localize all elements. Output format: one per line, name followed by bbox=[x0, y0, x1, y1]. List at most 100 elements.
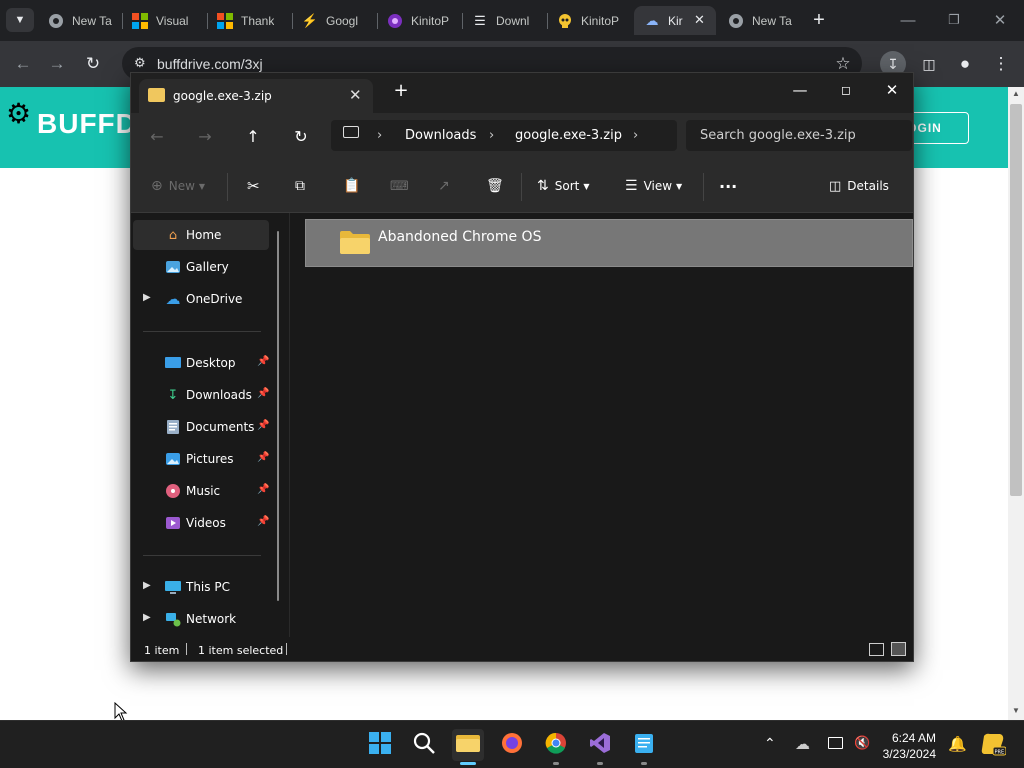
browser-tab[interactable]: KinitoP bbox=[387, 6, 451, 35]
chevron-up-icon[interactable]: ⌃ bbox=[764, 735, 776, 752]
explorer-close-button[interactable]: ✕ bbox=[869, 77, 915, 103]
monitor-icon bbox=[343, 126, 359, 138]
microsoft-icon bbox=[132, 12, 148, 29]
chrome-icon bbox=[545, 732, 567, 759]
taskbar-notepad[interactable] bbox=[628, 729, 660, 761]
paste-button[interactable]: 📋 bbox=[343, 174, 360, 198]
pin-icon[interactable]: 📌 bbox=[257, 516, 269, 527]
view-button[interactable]: ☰ View ▼ bbox=[625, 174, 682, 198]
volume-muted-icon[interactable]: 🔇 bbox=[854, 735, 870, 751]
copy-button[interactable]: ⧉ bbox=[295, 174, 305, 198]
pin-icon[interactable]: 📌 bbox=[257, 356, 269, 367]
cut-button[interactable]: ✂ bbox=[247, 174, 260, 198]
explorer-forward-button[interactable]: → bbox=[193, 125, 217, 147]
details-view-icon[interactable] bbox=[869, 643, 884, 656]
scroll-down-icon[interactable]: ▼ bbox=[1012, 706, 1020, 715]
cloud-offline-icon[interactable]: ☁ bbox=[795, 735, 810, 753]
chevron-down-icon: ▼ bbox=[198, 181, 206, 191]
browser-tab[interactable]: KinitoP bbox=[557, 6, 621, 35]
browser-tab[interactable]: Visual bbox=[132, 6, 196, 35]
forward-button[interactable]: → bbox=[44, 51, 70, 77]
clock[interactable]: 6:24 AM 3/23/2024 bbox=[876, 730, 936, 762]
explorer-tab[interactable]: google.exe-3.zip ✕ bbox=[139, 79, 373, 113]
nav-item-downloads[interactable]: ↧ Downloads 📌 bbox=[133, 380, 270, 410]
close-icon: ✕ bbox=[993, 12, 1007, 29]
search-input[interactable]: Search google.exe-3.zip bbox=[686, 120, 912, 151]
browser-tab[interactable]: ⚡ Googl bbox=[302, 6, 366, 35]
pin-icon[interactable]: 📌 bbox=[257, 452, 269, 463]
minimize-icon: — bbox=[900, 11, 916, 29]
back-button[interactable]: ← bbox=[10, 51, 36, 77]
nav-item-onedrive[interactable]: ▶ ☁ OneDrive bbox=[133, 284, 269, 314]
skull-icon bbox=[557, 13, 573, 29]
reload-button[interactable]: ↻ bbox=[80, 51, 106, 77]
folder-icon bbox=[340, 230, 370, 258]
kebab-menu-icon: ⋮ bbox=[992, 54, 1010, 73]
search-button[interactable] bbox=[408, 729, 440, 761]
breadcrumb-segment[interactable]: google.exe-3.zip bbox=[515, 128, 622, 143]
pin-icon[interactable]: 📌 bbox=[257, 484, 269, 495]
details-button[interactable]: ◫ Details bbox=[829, 174, 889, 198]
browser-tab[interactable]: New Ta bbox=[728, 6, 800, 35]
close-icon[interactable]: ✕ bbox=[694, 12, 705, 28]
minimize-button[interactable]: — bbox=[888, 8, 928, 32]
more-options-button[interactable]: ··· bbox=[719, 174, 737, 198]
nav-item-documents[interactable]: Documents 📌 bbox=[133, 412, 269, 442]
taskbar-firefox[interactable] bbox=[496, 729, 528, 761]
browser-tab[interactable]: Thank bbox=[217, 6, 281, 35]
rename-button[interactable]: ⌨ bbox=[390, 174, 409, 198]
nav-item-network[interactable]: ▶ Network bbox=[133, 604, 269, 634]
scroll-up-icon[interactable]: ▲ bbox=[1012, 89, 1020, 98]
chrome-menu-button[interactable]: ⋮ bbox=[988, 51, 1014, 77]
taskbar-visual-studio[interactable] bbox=[584, 729, 616, 761]
explorer-refresh-button[interactable]: ↻ bbox=[289, 125, 313, 147]
taskbar-file-explorer[interactable] bbox=[452, 729, 484, 761]
explorer-maximize-button[interactable]: ◻ bbox=[823, 77, 869, 103]
close-window-button[interactable]: ✕ bbox=[980, 8, 1020, 32]
close-icon[interactable]: ✕ bbox=[349, 86, 362, 104]
nav-item-home[interactable]: ⌂ Home bbox=[133, 220, 269, 250]
browser-tab-active[interactable]: ☁ Kir ✕ bbox=[634, 6, 716, 35]
site-info-icon[interactable]: ⚙ bbox=[134, 55, 146, 71]
start-button[interactable] bbox=[364, 729, 396, 761]
file-item-selected[interactable]: Abandoned Chrome OS bbox=[305, 219, 913, 267]
browser-tab[interactable]: New Ta bbox=[48, 6, 114, 35]
nav-item-desktop[interactable]: Desktop 📌 bbox=[133, 348, 269, 378]
chevron-right-icon[interactable]: ▶ bbox=[143, 612, 151, 623]
taskbar-chrome[interactable] bbox=[540, 729, 572, 761]
maximize-button[interactable]: ❐ bbox=[934, 8, 974, 32]
chevron-right-icon[interactable]: ▶ bbox=[143, 292, 151, 303]
display-icon[interactable] bbox=[828, 737, 843, 749]
new-tab-button[interactable]: + bbox=[808, 6, 830, 35]
pin-icon[interactable]: 📌 bbox=[257, 388, 269, 399]
new-explorer-tab-button[interactable]: + bbox=[389, 77, 413, 103]
explorer-minimize-button[interactable]: — bbox=[777, 77, 823, 103]
tab-search-button[interactable]: ▼ bbox=[6, 8, 34, 32]
nav-item-music[interactable]: Music 📌 bbox=[133, 476, 269, 506]
new-button[interactable]: ⊕ New ▼ bbox=[151, 174, 205, 198]
item-count: 1 item bbox=[144, 644, 180, 657]
explorer-up-button[interactable]: ↑ bbox=[241, 125, 265, 147]
page-scrollbar-thumb[interactable] bbox=[1010, 104, 1022, 496]
sort-button[interactable]: ⇅ Sort ▼ bbox=[537, 174, 590, 198]
nav-item-pictures[interactable]: Pictures 📌 bbox=[133, 444, 269, 474]
tiles-view-icon[interactable] bbox=[891, 642, 906, 656]
clipboard-icon: 📋 bbox=[343, 178, 361, 194]
explorer-back-button[interactable]: ← bbox=[145, 125, 169, 147]
nav-item-this-pc[interactable]: ▶ This PC bbox=[133, 572, 269, 602]
share-button[interactable]: ↗ bbox=[438, 174, 450, 198]
copilot-icon[interactable]: PRE bbox=[980, 732, 1007, 761]
pin-icon[interactable]: 📌 bbox=[257, 420, 269, 431]
nav-item-videos[interactable]: Videos 📌 bbox=[133, 508, 269, 538]
profile-button[interactable]: ● bbox=[952, 51, 978, 77]
side-panel-button[interactable]: ◫ bbox=[916, 51, 942, 77]
bell-icon[interactable]: 🔔 bbox=[948, 735, 967, 753]
folder-icon bbox=[456, 733, 480, 758]
nav-item-gallery[interactable]: Gallery bbox=[133, 252, 269, 282]
breadcrumb[interactable]: › Downloads › google.exe-3.zip › bbox=[331, 120, 677, 151]
chevron-right-icon[interactable]: ▶ bbox=[143, 580, 151, 591]
delete-button[interactable]: 🗑 bbox=[486, 174, 504, 198]
browser-tab[interactable]: ☰ Downl bbox=[472, 6, 536, 35]
breadcrumb-segment[interactable]: Downloads bbox=[405, 128, 476, 143]
nav-scrollbar[interactable] bbox=[277, 231, 279, 601]
